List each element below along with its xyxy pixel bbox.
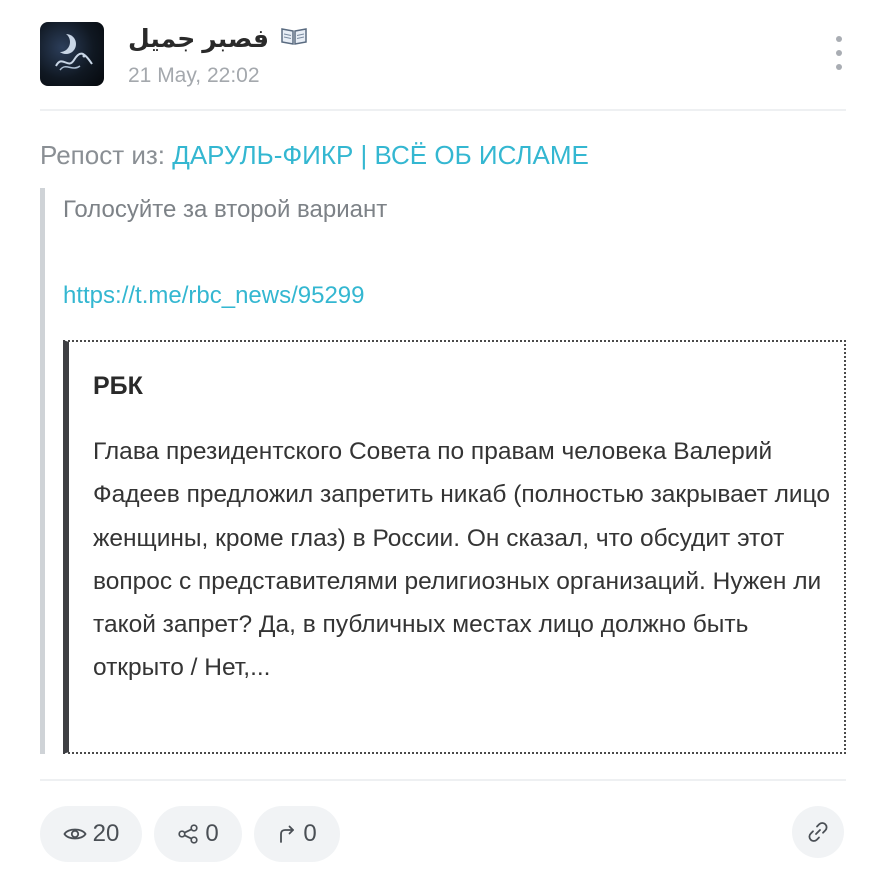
reposts-count: 0	[303, 820, 317, 847]
repost-arrow-icon	[280, 825, 295, 843]
menu-dot	[836, 64, 842, 70]
footer-divider	[40, 779, 846, 781]
post-header: فصبر جميل 21 May, 22:02	[40, 22, 846, 88]
repost-line: Репост из: ДАРУЛЬ-ФИКР | ВСЁ ОБ ИСЛАМЕ	[40, 140, 589, 171]
menu-dot	[836, 50, 842, 56]
menu-dot	[836, 36, 842, 42]
eye-icon	[63, 828, 87, 840]
link-preview[interactable]: РБК Глава президентского Совета по права…	[63, 340, 846, 754]
reposted-text: Голосуйте за второй вариант	[63, 196, 388, 223]
post-date[interactable]: 21 May, 22:02	[128, 64, 260, 88]
reposted-message: Голосуйте за второй вариант https://t.me…	[40, 188, 846, 754]
views-count: 20	[92, 820, 120, 847]
post-footer: 20 0 0	[40, 806, 846, 862]
open-book-icon	[281, 28, 307, 46]
reposted-link[interactable]: https://t.me/rbc_news/95299	[63, 282, 365, 310]
views-counter[interactable]: 20	[40, 806, 142, 862]
calligraphy-icon	[55, 52, 93, 71]
more-menu-icon[interactable]	[832, 36, 846, 70]
shares-counter[interactable]: 0	[154, 806, 242, 862]
channel-name-text: فصبر جميل	[128, 25, 270, 53]
copy-link-button[interactable]	[792, 806, 844, 858]
channel-name[interactable]: فصبر جميل	[128, 24, 308, 54]
header-divider	[40, 109, 846, 111]
link-preview-title: РБК	[93, 372, 143, 400]
reposts-counter[interactable]: 0	[254, 806, 340, 862]
shares-count: 0	[205, 820, 219, 847]
channel-avatar[interactable]	[40, 22, 104, 86]
crescent-moon-icon	[50, 32, 70, 52]
link-icon	[808, 822, 828, 842]
share-icon	[178, 824, 198, 844]
repost-prefix: Репост из:	[40, 140, 165, 170]
repost-source-link[interactable]: ДАРУЛЬ-ФИКР | ВСЁ ОБ ИСЛАМЕ	[172, 140, 589, 170]
link-preview-body: Глава президентского Совета по правам че…	[93, 438, 830, 682]
